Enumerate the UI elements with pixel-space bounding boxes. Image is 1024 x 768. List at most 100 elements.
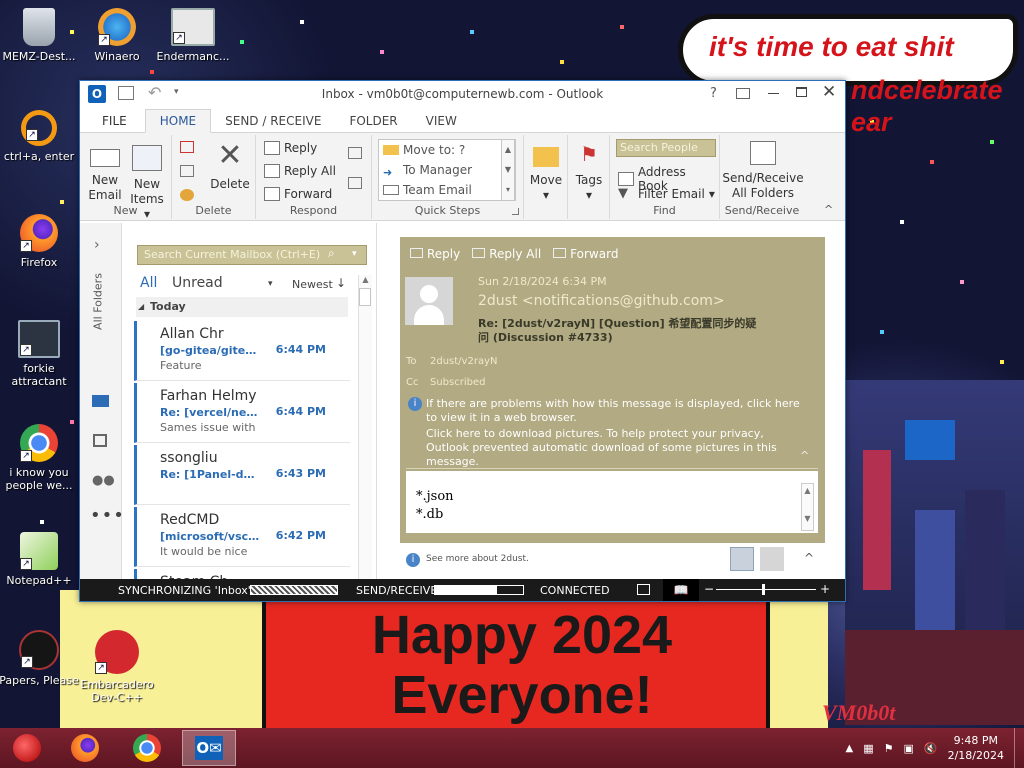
quick-steps-launcher-icon[interactable]: [512, 208, 519, 215]
tab-send-receive[interactable]: SEND / RECEIVE: [211, 110, 335, 132]
desktop-icon-firefox[interactable]: ↗ Firefox: [0, 214, 82, 269]
mail-icon[interactable]: [92, 395, 109, 407]
reading-toolbar: Reply Reply All Forward: [410, 247, 618, 261]
network-icon[interactable]: ▣: [903, 742, 913, 755]
desktop-icon-memz[interactable]: MEMZ-Dest...: [0, 8, 82, 63]
expand-pane-icon[interactable]: ›: [94, 237, 100, 253]
tab-file[interactable]: FILE: [84, 110, 145, 132]
taskbar-firefox[interactable]: [58, 730, 112, 766]
quick-step-move-to[interactable]: Move to: ?: [379, 140, 515, 160]
sort-newest[interactable]: Newest: [292, 278, 333, 291]
desktop-icon-chrome[interactable]: ↗ i know you people we...: [0, 424, 82, 492]
desktop-icon-endermanch[interactable]: ↗ Endermanc...: [150, 8, 236, 63]
orange-ring-icon: ↗: [21, 110, 57, 146]
chrome-icon: [133, 734, 161, 762]
desktop-icon-ctrl-a[interactable]: ↗ ctrl+a, enter: [0, 110, 82, 163]
reply-all-button[interactable]: Reply All: [264, 164, 336, 178]
quick-step-to-manager[interactable]: ➜ To Manager: [379, 160, 515, 180]
list-scrollbar[interactable]: ▲: [358, 275, 372, 583]
network-monitor-icon[interactable]: ▦: [863, 742, 873, 755]
close-button[interactable]: ✕: [822, 82, 836, 102]
group-label-respond: Respond: [289, 204, 338, 217]
mail-item[interactable]: Allan Chr [go-gitea/gitea]... 6:44 PM Fe…: [134, 321, 350, 381]
maximize-button[interactable]: [796, 87, 807, 97]
taskbar-chrome[interactable]: [120, 730, 174, 766]
help-button[interactable]: ?: [710, 86, 717, 101]
people-icon[interactable]: ●●: [92, 473, 115, 488]
action-center-flag-icon[interactable]: ⚑: [884, 742, 894, 755]
scroll-thumb[interactable]: [359, 288, 371, 306]
tab-view[interactable]: VIEW: [412, 110, 471, 132]
quick-step-team-email[interactable]: Team Email: [379, 180, 515, 200]
desktop-icon-notepadpp[interactable]: ↗ Notepad++: [0, 532, 82, 587]
see-more-link[interactable]: See more about 2dust.: [426, 554, 529, 564]
clock-date: 2/18/2024: [947, 749, 1004, 762]
tags-button[interactable]: ⚑ Tags ▾: [569, 141, 609, 203]
bubble-text-2: ndcelebrate: [851, 75, 1003, 105]
new-items-icon: [132, 145, 162, 171]
reading-reply-all-button[interactable]: Reply All: [472, 247, 541, 261]
scroll-up-icon[interactable]: ▲: [359, 275, 372, 284]
minimize-button[interactable]: [768, 93, 779, 94]
search-people-input[interactable]: Search People: [616, 139, 716, 157]
search-dropdown-icon[interactable]: ▾: [352, 249, 357, 259]
mail-item[interactable]: ssongliu Re: [1Panel-dev... 6:43 PM: [134, 445, 350, 505]
calendar-icon[interactable]: [93, 434, 107, 447]
clean-up-icon[interactable]: [180, 165, 194, 177]
junk-icon[interactable]: [180, 189, 194, 201]
start-button[interactable]: [0, 730, 54, 766]
info-pictures-message[interactable]: Click here to download pictures. To help…: [426, 427, 806, 469]
filter-email-button[interactable]: ▼ Filter Email ▾: [618, 187, 715, 202]
ignore-icon[interactable]: [180, 141, 194, 153]
desktop-icon-winaero[interactable]: ↗ Winaero: [74, 8, 160, 63]
filter-all[interactable]: All: [140, 275, 157, 291]
forward-button[interactable]: Forward: [264, 187, 332, 201]
more-respond-icon[interactable]: [348, 177, 362, 189]
person-avatar-small-2[interactable]: [760, 547, 784, 571]
delete-button[interactable]: ✕ Delete: [208, 141, 252, 192]
mail-item[interactable]: Farhan Helmy Re: [vercel/next... 6:44 PM…: [134, 383, 350, 443]
tab-folder[interactable]: FOLDER: [335, 110, 411, 132]
collapse-ribbon-icon[interactable]: ^: [824, 203, 833, 216]
zoom-thumb[interactable]: [762, 584, 765, 595]
reading-view-icon[interactable]: 📖: [663, 579, 699, 601]
send-receive-all-button[interactable]: Send/Receive All Folders: [722, 141, 804, 201]
main-area: › All Folders ●● ••• Search Current Mail…: [80, 223, 845, 583]
tab-home[interactable]: HOME: [144, 109, 212, 133]
filter-dropdown-icon[interactable]: ▾: [268, 279, 273, 289]
taskbar-outlook[interactable]: O✉: [182, 730, 236, 766]
group-label-delete: Delete: [195, 204, 232, 217]
message-from[interactable]: 2dust <notifications@github.com>: [478, 293, 725, 309]
reading-forward-button[interactable]: Forward: [553, 247, 618, 261]
clock[interactable]: 9:48 PM 2/18/2024: [948, 733, 1004, 763]
desktop-icon-forkie[interactable]: ↗ forkie attractant: [0, 320, 82, 388]
zoom-in-icon[interactable]: +: [820, 582, 830, 596]
group-header-today[interactable]: ◢ Today: [136, 297, 348, 317]
reading-reply-button[interactable]: Reply: [410, 247, 460, 261]
quick-steps-scroll[interactable]: ▲ ▼ ▾: [501, 139, 515, 201]
show-hidden-icons-icon[interactable]: ▲: [846, 743, 854, 754]
body-scrollbar[interactable]: ▲ ▼: [801, 483, 814, 531]
outlook-window: O ↶ ▾ Inbox - vm0b0t@computernewb.com - …: [79, 80, 846, 602]
people-pane-expand-icon[interactable]: ^: [804, 551, 814, 565]
ribbon-display-options-icon[interactable]: [736, 88, 750, 99]
all-folders-label[interactable]: All Folders: [92, 272, 105, 332]
normal-view-icon[interactable]: [637, 584, 650, 595]
desktop-icon-papers-please[interactable]: ↗ Papers, Please: [0, 630, 82, 687]
collapse-header-icon[interactable]: ^: [800, 449, 809, 462]
mail-item[interactable]: RedCMD [microsoft/vsco... 6:42 PM It wou…: [134, 507, 350, 567]
more-dots-icon[interactable]: •••: [90, 505, 125, 526]
search-magnifier-icon[interactable]: ⌕: [328, 246, 335, 261]
move-button[interactable]: Move ▾: [526, 141, 566, 203]
desktop-icon-devcpp[interactable]: ↗ Embarcadero Dev-C++: [74, 630, 160, 704]
meeting-reply-icon[interactable]: [348, 147, 362, 159]
zoom-slider[interactable]: [716, 584, 816, 595]
zoom-out-icon[interactable]: −: [704, 582, 714, 596]
volume-muted-icon[interactable]: 🔇: [924, 742, 938, 755]
reply-button[interactable]: Reply: [264, 141, 317, 155]
person-avatar-small[interactable]: [730, 547, 754, 571]
info-browser-message[interactable]: If there are problems with how this mess…: [426, 397, 806, 425]
filter-unread[interactable]: Unread: [172, 275, 223, 291]
new-email-button[interactable]: New Email: [86, 143, 124, 203]
show-desktop-button[interactable]: [1014, 728, 1018, 768]
